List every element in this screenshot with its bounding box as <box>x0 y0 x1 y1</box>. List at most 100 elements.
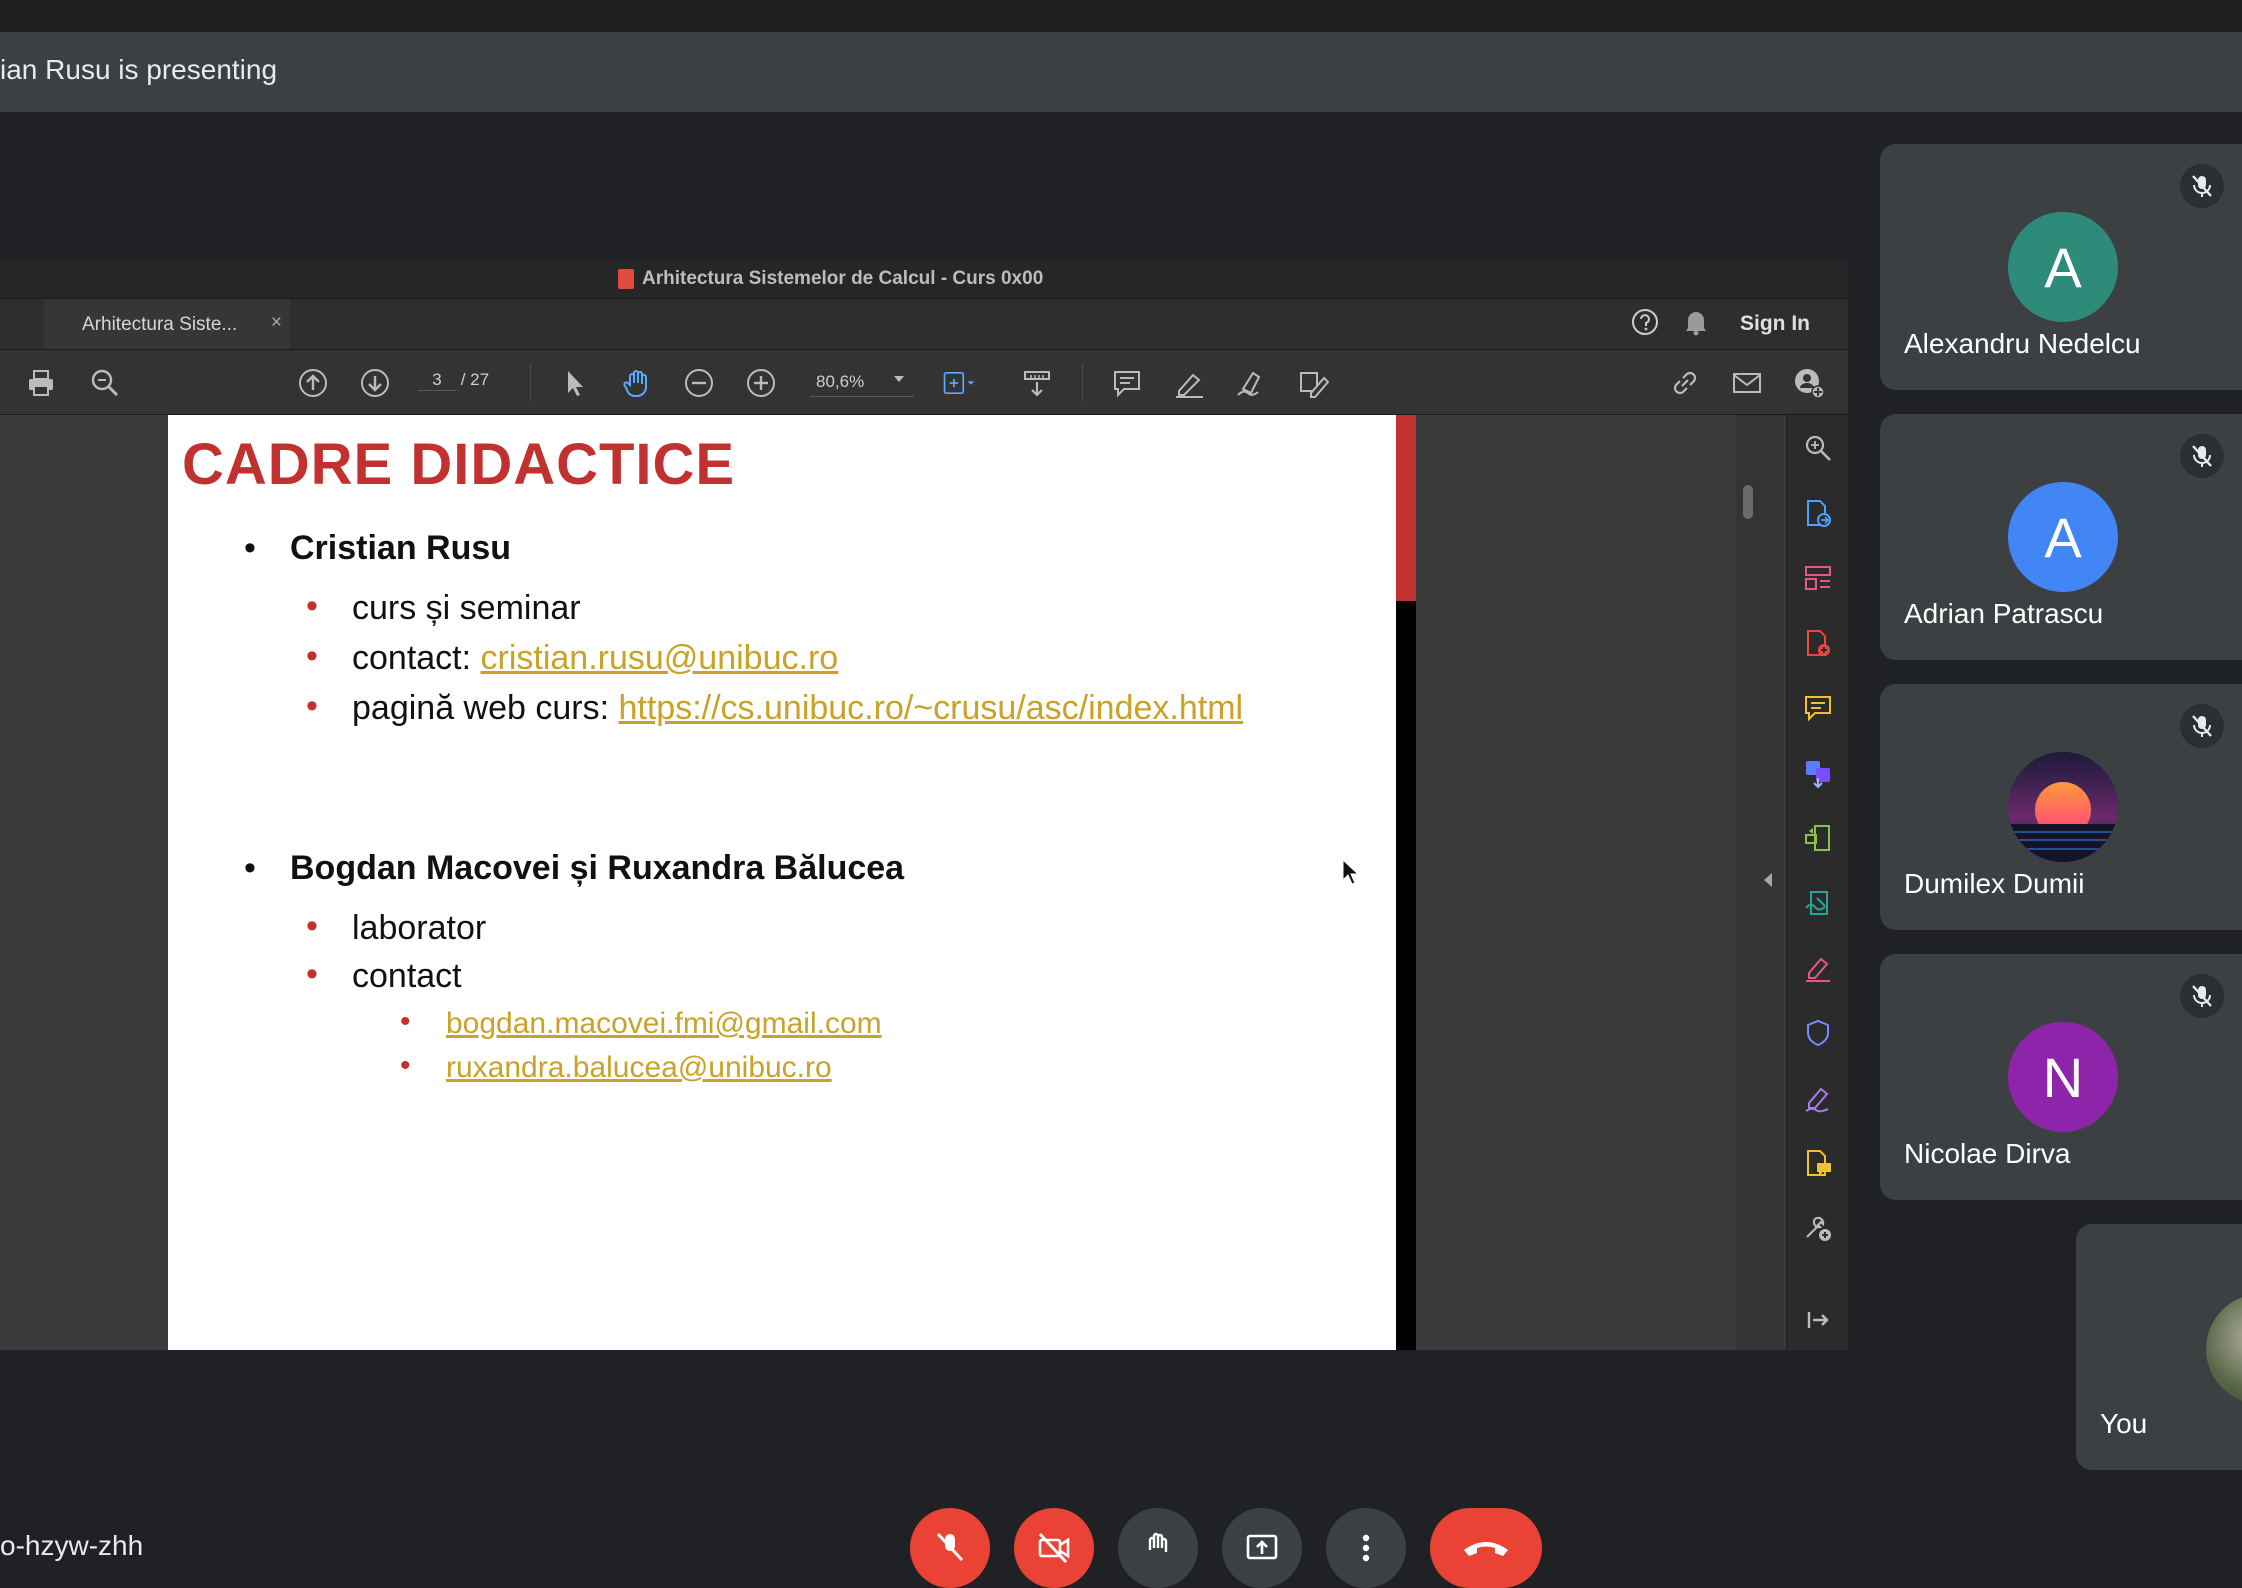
zoom-search-icon[interactable] <box>88 366 122 400</box>
mouse-pointer-icon <box>1342 858 1360 890</box>
total-pages: / 27 <box>460 370 490 389</box>
export-pdf-icon[interactable] <box>1801 496 1835 530</box>
highlight-pen-icon[interactable] <box>1172 366 1206 400</box>
participant-name: Dumilex Dumii <box>1904 868 2085 899</box>
request-signature-icon[interactable] <box>1801 886 1835 920</box>
tab-bar: Arhitectura Siste... × Sign In <box>0 299 1848 350</box>
fit-page-icon[interactable] <box>942 366 976 400</box>
document-tab-label: Arhitectura Siste... <box>82 314 238 335</box>
comment-icon[interactable] <box>1110 366 1144 400</box>
print-icon[interactable] <box>24 366 58 400</box>
create-pdf-icon[interactable] <box>1801 626 1835 660</box>
expand-panel-icon[interactable] <box>1801 1303 1835 1337</box>
participant-tile[interactable]: Dumilex Dumii <box>1880 684 2242 930</box>
more-tools-icon[interactable] <box>1801 1211 1835 1245</box>
toolbar-divider <box>530 364 531 402</box>
raise-hand-button[interactable] <box>1118 1508 1198 1588</box>
self-video <box>2206 1294 2242 1404</box>
search-zoom-icon[interactable] <box>1801 431 1835 465</box>
mic-toggle-button[interactable] <box>910 1508 990 1588</box>
current-page[interactable]: 3 <box>418 370 456 391</box>
person-2-email-1: • bogdan.macovei.fmi@gmail.com <box>400 1005 882 1041</box>
present-screen-button[interactable] <box>1222 1508 1302 1588</box>
pdf-page: CADRE DIDACTICE • Cristian Rusu • curs ș… <box>168 415 1396 1350</box>
page-number-field[interactable]: 3 / 27 <box>418 370 498 396</box>
mic-off-icon <box>2180 704 2224 748</box>
page-edge <box>1396 415 1416 1350</box>
person-1-name: Cristian Rusu <box>290 529 512 567</box>
email-link[interactable]: bogdan.macovei.fmi@gmail.com <box>446 1007 882 1040</box>
participant-tile[interactable]: A Adrian Patrascu <box>1880 414 2242 660</box>
person-1-item-2: • contact: cristian.rusu@unibuc.ro <box>306 637 839 678</box>
notification-bell-icon[interactable] <box>1682 307 1710 342</box>
add-user-icon[interactable] <box>1792 366 1826 400</box>
tab-close-icon[interactable]: × <box>271 312 282 334</box>
mic-off-icon <box>2180 434 2224 478</box>
item-text: curs și seminar <box>352 589 581 627</box>
bullet-dot: • <box>306 687 318 725</box>
bullet-dot: • <box>306 637 318 675</box>
bullet-dot: • <box>244 849 256 887</box>
send-for-comments-icon[interactable] <box>1801 1146 1835 1180</box>
sign-in-button[interactable]: Sign In <box>1732 312 1818 336</box>
document-tab[interactable]: Arhitectura Siste... × <box>44 299 290 349</box>
presenting-banner: ian Rusu is presenting <box>0 32 2242 112</box>
protect-shield-icon[interactable] <box>1801 1016 1835 1050</box>
organize-pages-icon[interactable] <box>1801 561 1835 595</box>
hand-tool-icon[interactable] <box>620 366 654 400</box>
item-text: contact <box>352 957 462 995</box>
top-strip <box>0 0 2242 32</box>
email-icon[interactable] <box>1730 366 1764 400</box>
participant-name: Adrian Patrascu <box>1904 598 2104 629</box>
slide-title: CADRE DIDACTICE <box>182 432 736 497</box>
share-link-icon[interactable] <box>1668 366 1702 400</box>
document-viewer[interactable]: CADRE DIDACTICE • Cristian Rusu • curs ș… <box>0 415 1848 1350</box>
acrobat-toolbar: 3 / 27 80,6% <box>0 350 1848 415</box>
fill-sign-icon[interactable] <box>1801 951 1835 985</box>
pdf-file-icon <box>618 269 634 289</box>
zoom-level: 80,6% <box>816 372 865 391</box>
collapse-panel-icon[interactable] <box>1764 873 1772 887</box>
person-1-item-3: • pagină web curs: https://cs.unibuc.ro/… <box>306 687 1244 728</box>
zoom-level-select[interactable]: 80,6% <box>810 370 914 397</box>
zoom-in-icon[interactable] <box>744 366 778 400</box>
help-icon[interactable] <box>1630 307 1660 342</box>
avatar <box>2008 752 2118 862</box>
email-link[interactable]: ruxandra.balucea@unibuc.ro <box>446 1051 832 1084</box>
scrollbar-thumb[interactable] <box>1743 485 1753 519</box>
window-titlebar: Arhitectura Sistemelor de Calcul - Curs … <box>0 260 1848 299</box>
participant-name: Nicolae Dirva <box>1904 1138 2071 1169</box>
bullet-person-2: • Bogdan Macovei și Ruxandra Bălucea <box>244 849 904 888</box>
edit-text-icon[interactable] <box>1296 366 1330 400</box>
next-page-icon[interactable] <box>358 366 392 400</box>
participant-tile[interactable]: N Nicolae Dirva <box>1880 954 2242 1200</box>
bullet-person-1: • Cristian Rusu <box>244 529 512 568</box>
email-link[interactable]: cristian.rusu@unibuc.ro <box>481 639 839 677</box>
person-2-item-1: • laborator <box>306 907 486 948</box>
chevron-down-icon <box>894 376 904 382</box>
comment-tool-icon[interactable] <box>1801 691 1835 725</box>
bullet-dot: • <box>306 587 318 625</box>
edit-pdf-icon[interactable] <box>1801 821 1835 855</box>
sign-pen-icon[interactable] <box>1801 1081 1835 1115</box>
course-website-link[interactable]: https://cs.unibuc.ro/~crusu/asc/index.ht… <box>619 689 1244 727</box>
toolbar-divider <box>1082 364 1083 402</box>
self-view-tile[interactable]: You <box>2076 1224 2242 1470</box>
scroll-mode-icon[interactable] <box>1020 366 1054 400</box>
previous-page-icon[interactable] <box>296 366 330 400</box>
leave-call-button[interactable] <box>1430 1508 1542 1588</box>
zoom-out-icon[interactable] <box>682 366 716 400</box>
more-options-button[interactable] <box>1326 1508 1406 1588</box>
participant-tile[interactable]: A Alexandru Nedelcu <box>1880 144 2242 390</box>
avatar: N <box>2008 1022 2118 1132</box>
draw-signature-icon[interactable] <box>1234 366 1268 400</box>
self-name: You <box>2100 1408 2148 1439</box>
combine-files-icon[interactable] <box>1801 756 1835 790</box>
vertical-scrollbar[interactable] <box>1736 415 1784 1350</box>
meeting-code: o-hzyw-zhh <box>0 1530 144 1561</box>
select-cursor-icon[interactable] <box>558 366 592 400</box>
shared-screen: Arhitectura Sistemelor de Calcul - Curs … <box>0 260 1848 1350</box>
bullet-dot: • <box>244 529 256 567</box>
bullet-dot: • <box>400 1005 411 1038</box>
camera-toggle-button[interactable] <box>1014 1508 1094 1588</box>
